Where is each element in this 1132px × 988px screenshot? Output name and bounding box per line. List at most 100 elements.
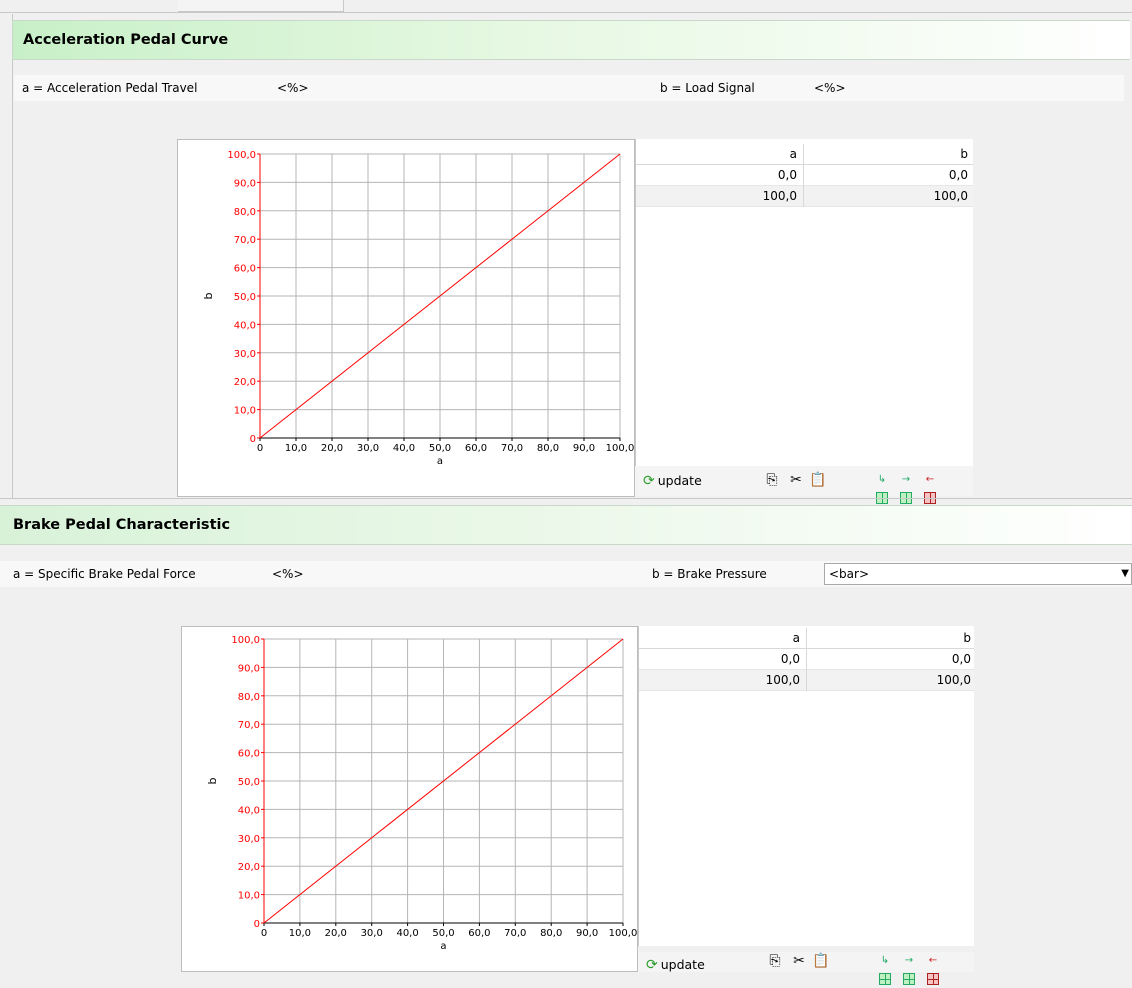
y-tick-label: 20,0 xyxy=(238,862,260,873)
tab-stub[interactable] xyxy=(178,0,344,12)
b-label: b = Brake Pressure xyxy=(652,567,767,581)
delete-row-icon[interactable]: ← xyxy=(921,471,939,504)
paste-icon[interactable]: 📋 xyxy=(809,471,827,489)
x-tick-label: 70,0 xyxy=(504,928,526,939)
column-header-a[interactable]: a xyxy=(639,628,807,649)
y-tick-label: 30,0 xyxy=(238,834,260,845)
table-row[interactable]: 100,0 100,0 xyxy=(639,670,974,691)
y-tick-label: 60,0 xyxy=(238,749,260,760)
cut-icon[interactable]: ✂ xyxy=(790,952,808,970)
x-tick-label: 10,0 xyxy=(285,443,307,454)
x-tick-label: 40,0 xyxy=(396,928,418,939)
cut-icon[interactable]: ✂ xyxy=(787,471,805,489)
copy-icon[interactable]: ⎘ xyxy=(763,471,781,489)
y-tick-label: 40,0 xyxy=(238,805,260,816)
x-tick-label: 60,0 xyxy=(468,928,490,939)
a-label: a = Acceleration Pedal Travel xyxy=(22,81,198,95)
insert-row-icon[interactable]: → xyxy=(897,471,915,504)
a-label: a = Specific Brake Pedal Force xyxy=(13,567,196,581)
x-tick-label: 80,0 xyxy=(540,928,562,939)
column-header-a[interactable]: a xyxy=(636,144,804,165)
cell-b[interactable]: 100,0 xyxy=(804,186,974,207)
update-button[interactable]: ⟳ update xyxy=(646,952,705,978)
y-axis-label: b xyxy=(202,292,215,299)
chart-svg: 0 10,0 20,0 30,0 40,0 50,0 60,0 70,0 80,0 90,0 100… xyxy=(206,635,637,952)
update-button[interactable]: ⟳ update xyxy=(643,466,702,496)
y-tick-label: 100,0 xyxy=(227,150,256,161)
x-tick-label: 100,0 xyxy=(609,928,637,939)
x-tick-label: 100,0 xyxy=(606,443,634,454)
cell-a[interactable]: 0,0 xyxy=(639,649,807,670)
x-tick-label: 20,0 xyxy=(325,928,347,939)
x-tick-label: 0 xyxy=(261,928,267,939)
param-row-brake: a = Specific Brake Pedal Force <%> b = B… xyxy=(0,561,1132,587)
y-tick-label: 0 xyxy=(254,919,260,930)
a-unit: <%> xyxy=(277,81,309,95)
y-tick-label: 70,0 xyxy=(234,235,256,246)
x-tick-label: 40,0 xyxy=(393,443,415,454)
cell-b[interactable]: 0,0 xyxy=(804,165,974,186)
table-acceleration: a b 0,0 0,0 100,0 100,0 xyxy=(635,139,973,466)
x-tick-label: 0 xyxy=(257,443,263,454)
b-unit-value: <bar> xyxy=(829,567,870,581)
y-tick-label: 0 xyxy=(250,434,256,445)
x-tick-label: 70,0 xyxy=(501,443,523,454)
table-header: a b xyxy=(639,628,974,649)
table-toolbar: ⟳ update ⎘ ✂ 📋 ↳ → ← xyxy=(635,466,973,504)
left-border xyxy=(12,14,13,498)
update-label: update xyxy=(660,957,705,972)
chevron-down-icon[interactable]: ▼ xyxy=(1121,564,1129,584)
y-tick-label: 10,0 xyxy=(234,406,256,417)
update-label: update xyxy=(657,473,702,488)
table-toolbar: ⟳ update ⎘ ✂ 📋 ↳ → ← xyxy=(638,952,974,985)
delete-row-icon[interactable]: ← xyxy=(924,952,942,985)
x-tick-label: 90,0 xyxy=(576,928,598,939)
y-tick-label: 50,0 xyxy=(238,777,260,788)
column-header-b[interactable]: b xyxy=(804,144,974,165)
b-unit-select[interactable]: <bar> ▼ xyxy=(824,563,1132,585)
cell-b[interactable]: 0,0 xyxy=(807,649,977,670)
table-row[interactable]: 100,0 100,0 xyxy=(636,186,973,207)
insert-row-below-icon[interactable]: ↳ xyxy=(873,471,891,504)
refresh-icon: ⟳ xyxy=(646,957,658,973)
y-tick-label: 90,0 xyxy=(238,663,260,674)
cell-a[interactable]: 100,0 xyxy=(639,670,807,691)
table-header: a b xyxy=(636,144,973,165)
y-tick-label: 10,0 xyxy=(238,891,260,902)
paste-icon[interactable]: 📋 xyxy=(812,952,830,970)
chart-brake: 0 10,0 20,0 30,0 40,0 50,0 60,0 70,0 80,0 90,0 100… xyxy=(181,626,638,972)
insert-row-icon[interactable]: → xyxy=(900,952,918,985)
x-tick-label: 30,0 xyxy=(361,928,383,939)
x-axis-label: a xyxy=(440,941,446,952)
cell-a[interactable]: 0,0 xyxy=(636,165,804,186)
copy-icon[interactable]: ⎘ xyxy=(766,952,784,970)
y-axis-label: b xyxy=(206,777,219,784)
insert-row-below-icon[interactable]: ↳ xyxy=(876,952,894,985)
top-strip xyxy=(0,0,1132,14)
column-header-b[interactable]: b xyxy=(807,628,977,649)
y-tick-label: 100,0 xyxy=(231,635,260,646)
table-row[interactable]: 0,0 0,0 xyxy=(639,649,974,670)
x-tick-label: 10,0 xyxy=(289,928,311,939)
a-unit: <%> xyxy=(272,567,304,581)
b-unit: <%> xyxy=(814,81,846,95)
y-tick-label: 30,0 xyxy=(234,349,256,360)
y-tick-label: 90,0 xyxy=(234,178,256,189)
x-tick-label: 60,0 xyxy=(465,443,487,454)
y-tick-label: 50,0 xyxy=(234,292,256,303)
y-tick-label: 80,0 xyxy=(234,207,256,218)
section-header-brake: Brake Pedal Characteristic xyxy=(0,505,1132,545)
y-tick-label: 70,0 xyxy=(238,720,260,731)
y-tick-label: 40,0 xyxy=(234,320,256,331)
x-axis-label: a xyxy=(437,456,443,467)
y-tick-label: 80,0 xyxy=(238,692,260,703)
refresh-icon: ⟳ xyxy=(643,473,655,489)
x-tick-label: 20,0 xyxy=(321,443,343,454)
table-row[interactable]: 0,0 0,0 xyxy=(636,165,973,186)
cell-b[interactable]: 100,0 xyxy=(807,670,977,691)
cell-a[interactable]: 100,0 xyxy=(636,186,804,207)
x-tick-label: 80,0 xyxy=(537,443,559,454)
param-row-acceleration: a = Acceleration Pedal Travel <%> b = Lo… xyxy=(14,75,1124,101)
x-tick-label: 30,0 xyxy=(357,443,379,454)
chart-svg: 0 10,0 20,0 30,0 40,0 50,0 60,0 70,0 80,0 90,0 100… xyxy=(202,150,634,467)
